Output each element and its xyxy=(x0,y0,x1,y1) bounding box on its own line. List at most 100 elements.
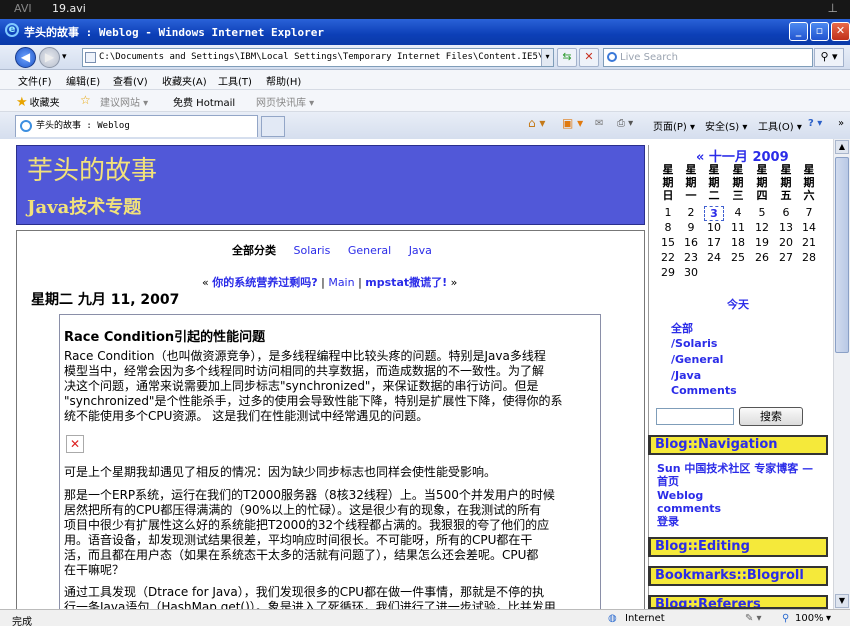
zoom-dropdown-icon[interactable]: ▾ xyxy=(826,613,831,624)
tab-active[interactable]: 芋头的故事 : Weblog xyxy=(15,115,258,137)
calendar-day[interactable]: 15 xyxy=(658,236,678,249)
calendar-weekday: 星期三 xyxy=(732,163,744,202)
calendar-today-link[interactable]: 今天 xyxy=(727,296,749,312)
refresh-button[interactable]: ⇆ xyxy=(557,48,577,67)
help-icon[interactable]: ? ▾ xyxy=(808,118,822,129)
nav-link-login[interactable]: 登录 xyxy=(657,515,679,528)
calendar-day[interactable]: 25 xyxy=(728,251,748,264)
sidebar-search-input[interactable] xyxy=(656,408,734,425)
calendar-day[interactable]: 28 xyxy=(799,251,819,264)
calendar-day[interactable]: 2 xyxy=(681,206,701,219)
calendar-day[interactable]: 3 xyxy=(704,206,724,221)
sidebar-search-button[interactable]: 搜索 xyxy=(739,407,803,426)
side-link-solaris[interactable]: /Solaris xyxy=(671,337,717,350)
scroll-up-icon[interactable]: ▲ xyxy=(835,140,849,154)
broken-image-icon: ✕ xyxy=(66,435,84,453)
scroll-down-icon[interactable]: ▼ xyxy=(835,594,849,608)
menu-view[interactable]: 查看(V) xyxy=(113,73,148,88)
calendar-day[interactable]: 21 xyxy=(799,236,819,249)
zoom-level[interactable]: 100% xyxy=(795,613,824,624)
fav-suggested-sites[interactable]: 建议网站 ▾ xyxy=(100,94,148,109)
history-dropdown-icon[interactable]: ▾ xyxy=(62,52,67,62)
menu-favorites[interactable]: 收藏夹(A) xyxy=(162,73,207,88)
category-general[interactable]: General xyxy=(348,244,391,257)
address-dropdown-button[interactable]: ▾ xyxy=(541,49,553,66)
maximize-button[interactable]: ▫ xyxy=(810,22,829,41)
calendar-day[interactable]: 6 xyxy=(776,206,796,219)
status-bar: 完成 ◍ Internet ✎ ▾ ⚲ 100% ▾ xyxy=(0,609,850,628)
tools-menu[interactable]: 工具(O) ▾ xyxy=(758,118,802,133)
forward-button[interactable]: ▶ xyxy=(39,47,60,68)
calendar-day[interactable]: 7 xyxy=(799,206,819,219)
zoom-icon[interactable]: ⚲ xyxy=(782,613,789,624)
favorites-button[interactable]: ★ 收藏夹 xyxy=(16,94,60,110)
main-link[interactable]: Main xyxy=(328,276,354,289)
prev-post-link[interactable]: 你的系统营养过剩吗? xyxy=(212,276,317,289)
nav-link-sun-home[interactable]: Sun 中国技术社区 专家博客 — 首页 xyxy=(657,462,813,488)
calendar-day[interactable]: 14 xyxy=(799,221,819,234)
calendar-day[interactable]: 27 xyxy=(776,251,796,264)
address-input[interactable]: C:\Documents and Settings\IBM\Local Sett… xyxy=(82,48,554,67)
calendar-day[interactable]: 16 xyxy=(681,236,701,249)
calendar-day[interactable]: 10 xyxy=(704,221,724,234)
post-paragraph-1: Race Condition（也叫做资源竞争），是多线程编程中比较头疼的问题。特… xyxy=(64,349,563,423)
chevron-more-icon[interactable]: » xyxy=(838,118,844,129)
safety-menu[interactable]: 安全(S) ▾ xyxy=(705,118,747,133)
player-file-name: 19.avi xyxy=(52,2,86,15)
scroll-thumb[interactable] xyxy=(835,157,849,353)
calendar-day[interactable]: 8 xyxy=(658,221,678,234)
side-link-comments[interactable]: Comments xyxy=(671,384,737,397)
status-zone: Internet xyxy=(625,613,665,624)
calendar-day[interactable]: 22 xyxy=(658,251,678,264)
menu-file[interactable]: 文件(F) xyxy=(18,73,52,88)
nav-link-weblog-comments[interactable]: Weblog comments xyxy=(657,489,721,515)
add-favorite-icon[interactable]: ☆ xyxy=(80,93,91,107)
page-menu[interactable]: 页面(P) ▾ xyxy=(653,118,695,133)
pin-icon[interactable]: ⊥ xyxy=(828,1,838,15)
back-button[interactable]: ◀ xyxy=(15,47,36,68)
calendar-day[interactable]: 19 xyxy=(752,236,772,249)
close-button[interactable]: ✕ xyxy=(831,22,850,41)
next-post-link[interactable]: mpstat撒谎了! xyxy=(365,276,447,289)
calendar-day[interactable]: 24 xyxy=(704,251,724,264)
menu-tools[interactable]: 工具(T) xyxy=(218,73,252,88)
print-icon[interactable]: ⎙ ▾ xyxy=(617,118,633,129)
mail-icon[interactable]: ✉ xyxy=(595,118,603,129)
side-link-all[interactable]: 全部 xyxy=(671,320,693,336)
feeds-icon[interactable]: ▣ ▾ xyxy=(562,116,583,130)
protected-mode-icon[interactable]: ✎ ▾ xyxy=(745,613,762,624)
calendar-day[interactable]: 1 xyxy=(658,206,678,219)
home-icon[interactable]: ⌂ ▾ xyxy=(528,116,545,130)
calendar-day[interactable]: 4 xyxy=(728,206,748,219)
fav-web-slice-gallery[interactable]: 网页快讯库 ▾ xyxy=(256,94,314,109)
calendar-day[interactable]: 26 xyxy=(752,251,772,264)
address-toolbar: ◀ ▶ ▾ C:\Documents and Settings\IBM\Loca… xyxy=(0,45,850,70)
blog-title[interactable]: 芋头的故事 xyxy=(27,150,157,187)
side-link-general[interactable]: /General xyxy=(671,353,723,366)
side-link-java[interactable]: /Java xyxy=(671,369,701,382)
fav-hotmail[interactable]: 免费 Hotmail xyxy=(173,94,235,109)
vertical-scrollbar[interactable]: ▲ ▼ xyxy=(833,139,850,609)
calendar-day[interactable]: 20 xyxy=(776,236,796,249)
calendar-day[interactable]: 23 xyxy=(681,251,701,264)
calendar-day[interactable]: 11 xyxy=(728,221,748,234)
menu-edit[interactable]: 编辑(E) xyxy=(66,73,100,88)
calendar-day[interactable]: 17 xyxy=(704,236,724,249)
minimize-button[interactable]: _ xyxy=(789,22,808,41)
section-editing: Blog::Editing xyxy=(648,537,828,557)
calendar-day[interactable]: 29 xyxy=(658,266,678,279)
menu-help[interactable]: 帮助(H) xyxy=(266,73,301,88)
calendar-day[interactable]: 18 xyxy=(728,236,748,249)
category-solaris[interactable]: Solaris xyxy=(294,244,331,257)
calendar-day[interactable]: 9 xyxy=(681,221,701,234)
category-java[interactable]: Java xyxy=(409,244,432,257)
search-go-button[interactable]: ⚲ ▾ xyxy=(814,48,844,67)
calendar-day[interactable]: 5 xyxy=(752,206,772,219)
calendar-day[interactable]: 12 xyxy=(752,221,772,234)
stop-button[interactable]: ✕ xyxy=(579,48,599,67)
calendar-day[interactable]: 30 xyxy=(681,266,701,279)
new-tab-button[interactable] xyxy=(261,116,285,137)
search-input[interactable]: Live Search xyxy=(603,48,813,67)
category-all[interactable]: 全部分类 xyxy=(232,244,276,257)
calendar-day[interactable]: 13 xyxy=(776,221,796,234)
